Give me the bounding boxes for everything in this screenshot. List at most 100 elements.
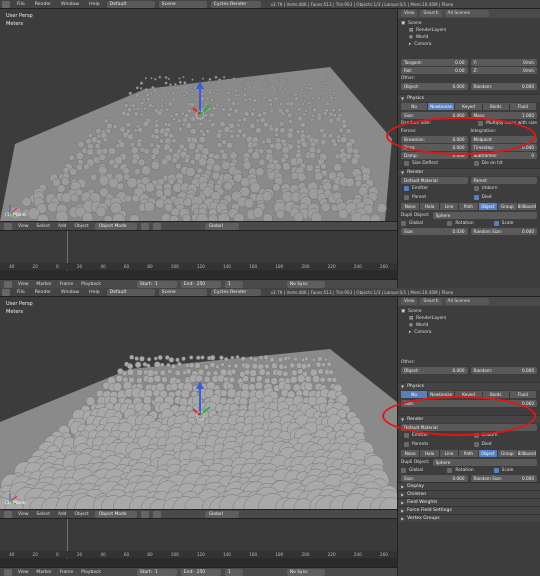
timeline-menu-view[interactable]: View	[16, 282, 30, 287]
emitter-option[interactable]: Emitter	[401, 432, 468, 439]
current-frame-field[interactable]: 1	[224, 280, 243, 288]
rotation-checkbox[interactable]	[447, 467, 453, 473]
menu-window[interactable]: Window	[58, 290, 82, 295]
outliner-item-camera[interactable]: ▸ Camera	[401, 329, 537, 336]
parent-option[interactable]: Parent	[401, 194, 468, 201]
menu-window[interactable]: Window	[58, 2, 82, 7]
parent-checkbox[interactable]	[404, 195, 409, 200]
timeline-menu-frame[interactable]: Frame	[58, 570, 76, 575]
material-selector[interactable]: Default Material	[401, 423, 537, 431]
outliner-search-menu[interactable]: Search	[420, 10, 442, 17]
object-field[interactable]: Object: 0.000	[401, 366, 468, 374]
scale-checkbox[interactable]	[493, 467, 499, 473]
render-size-field[interactable]: Size: 0.030	[401, 227, 468, 235]
render-type-halo[interactable]: Halo	[420, 450, 440, 457]
outliner-display-mode[interactable]: All Scenes	[444, 298, 489, 305]
sync-selector[interactable]: No Sync	[286, 280, 325, 288]
multiply-mass-checkbox[interactable]	[478, 120, 484, 126]
outliner-display-mode[interactable]: All Scenes	[444, 10, 489, 17]
editor-type-icon[interactable]	[4, 568, 12, 576]
unborn-option[interactable]: Unborn	[471, 185, 538, 192]
outliner-search-menu[interactable]: Search	[420, 298, 442, 305]
3d-viewport[interactable]: User Persp Meters (1) Plane	[0, 297, 397, 509]
outliner-item-scene[interactable]: ▣ Scene	[401, 308, 537, 315]
render-type-group[interactable]: Group	[498, 203, 518, 210]
viewport-menu-object[interactable]: Object	[72, 224, 90, 229]
end-frame-field[interactable]: End: 250	[180, 568, 221, 576]
physics-type-no[interactable]: No	[401, 103, 429, 110]
viewport-menu-add[interactable]: Add	[56, 512, 69, 517]
viewport-menu-view[interactable]: View	[16, 512, 30, 517]
menu-help[interactable]: Help	[86, 2, 102, 7]
scene-selector[interactable]: Scene	[158, 0, 207, 8]
timestep-field[interactable]: Timestep: 0.040	[470, 143, 537, 151]
outliner-item-renderlayers[interactable]: ▤ RenderLayers	[401, 27, 537, 34]
orientation-selector[interactable]: Global	[204, 510, 239, 518]
layout-selector[interactable]: Default	[106, 288, 155, 296]
parent-field[interactable]: Parent	[470, 176, 537, 184]
unborn-checkbox[interactable]	[473, 186, 479, 191]
y-field[interactable]: Y: 0mm	[470, 58, 537, 66]
unborn-checkbox[interactable]	[473, 433, 479, 438]
emitter-checkbox[interactable]	[404, 186, 409, 191]
start-frame-field[interactable]: Start: 1	[136, 280, 177, 288]
render-type-object[interactable]: Object	[478, 203, 499, 210]
parents-checkbox[interactable]	[404, 442, 409, 447]
render-type-line[interactable]: Line	[439, 450, 460, 457]
timeline-menu-playback[interactable]: Playback	[79, 282, 103, 287]
dupli-object-field[interactable]: Sphere	[432, 211, 537, 219]
display-section-header[interactable]: ▶ Display	[398, 482, 540, 490]
menu-file[interactable]: File	[14, 2, 28, 7]
outliner-view-menu[interactable]: View	[401, 298, 418, 305]
children-section-header[interactable]: ▶ Children	[398, 490, 540, 498]
render-type-billboard[interactable]: Billboard	[517, 203, 537, 210]
render-type-group[interactable]: Group	[498, 450, 518, 457]
viewport-menu-add[interactable]: Add	[56, 224, 69, 229]
unborn-option[interactable]: Unborn	[471, 432, 538, 439]
physics-type-keyed[interactable]: Keyed	[455, 103, 483, 110]
mass-field[interactable]: Mass: 1.000	[470, 111, 537, 119]
scene-selector[interactable]: Scene	[158, 288, 207, 296]
field-weights-section-header[interactable]: ▶ Field Weights	[398, 498, 540, 506]
force-field-section-header[interactable]: ▶ Force Field Settings	[398, 506, 540, 514]
died-checkbox[interactable]	[473, 442, 479, 447]
physics-type-boids[interactable]: Boids	[482, 391, 510, 398]
died-checkbox[interactable]	[473, 195, 479, 200]
outliner-item-scene[interactable]: ▣ Scene	[401, 20, 537, 27]
editor-type-icon[interactable]	[4, 222, 12, 230]
viewport-menu-select[interactable]: Select	[34, 512, 52, 517]
pivot-icon[interactable]	[152, 510, 161, 518]
emitter-checkbox[interactable]	[404, 433, 409, 438]
die-on-hit-checkbox[interactable]	[473, 161, 479, 166]
layout-selector[interactable]: Default	[106, 0, 155, 8]
object-field[interactable]: Object: 0.000	[401, 82, 468, 90]
physics-type-keyed[interactable]: Keyed	[455, 391, 483, 398]
scale-checkbox[interactable]	[493, 220, 499, 226]
render-type-none[interactable]: None	[401, 450, 421, 457]
editor-type-icon[interactable]	[2, 0, 10, 8]
physics-type-newtonian[interactable]: Newtonian	[428, 391, 456, 398]
timeline-menu-marker[interactable]: Marker	[34, 282, 53, 287]
menu-render[interactable]: Render	[32, 2, 54, 7]
rotation-checkbox[interactable]	[447, 220, 453, 226]
tangent-field[interactable]: Tangent: 0.00	[401, 58, 468, 66]
render-type-path[interactable]: Path	[459, 450, 479, 457]
damp-field[interactable]: Damp: 0.000	[401, 151, 468, 159]
outliner-item-world[interactable]: ◍ World	[401, 322, 537, 329]
die-on-hit-option[interactable]: Die on hit	[471, 160, 538, 167]
random-field[interactable]: Random: 0.000	[470, 82, 537, 90]
3d-viewport[interactable]: User Persp Meters (1) Plane	[0, 9, 397, 221]
render-section-header[interactable]: ▼ Render	[398, 415, 540, 423]
shading-icon[interactable]	[140, 222, 149, 230]
editor-type-icon[interactable]	[2, 288, 10, 296]
outliner-item-renderlayers[interactable]: ▤ RenderLayers	[401, 315, 537, 322]
physics-section-header[interactable]: ▼ Physics	[398, 382, 540, 390]
random-field[interactable]: Random: 0.000	[470, 366, 537, 374]
physics-type-newtonian[interactable]: Newtonian	[428, 103, 456, 110]
rot-field[interactable]: Rot: 0.00	[401, 66, 468, 74]
render-type-none[interactable]: None	[401, 203, 421, 210]
render-random-size-field[interactable]: Random Size: 0.000	[470, 474, 537, 482]
viewport-menu-object[interactable]: Object	[72, 512, 90, 517]
timeline-menu-playback[interactable]: Playback	[79, 570, 103, 575]
died-option[interactable]: Died	[471, 194, 538, 201]
